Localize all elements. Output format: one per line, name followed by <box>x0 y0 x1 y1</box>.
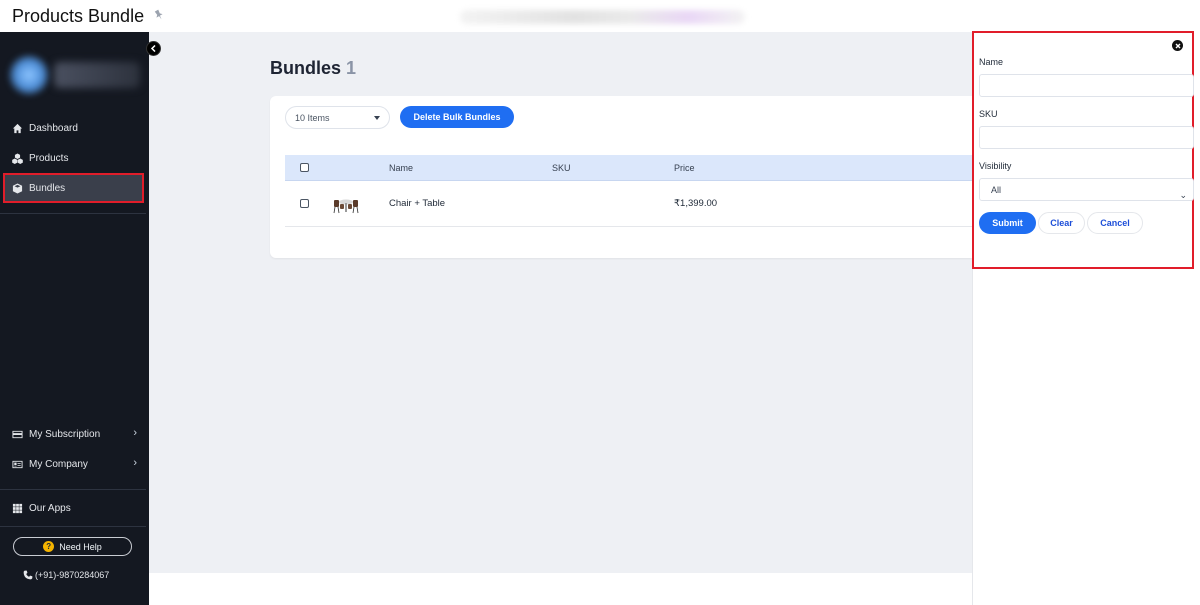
visibility-label: Visibility <box>979 161 1012 171</box>
blurred-header-content <box>460 10 745 24</box>
sku-label: SKU <box>979 109 998 119</box>
select-all-checkbox[interactable] <box>300 163 309 172</box>
name-input[interactable] <box>979 74 1194 97</box>
clear-button[interactable]: Clear <box>1038 212 1085 234</box>
pin-icon[interactable] <box>153 9 165 21</box>
close-icon[interactable] <box>1172 40 1183 51</box>
app-title: Products Bundle <box>12 6 145 26</box>
submit-button[interactable]: Submit <box>979 212 1036 234</box>
id-card-icon <box>12 460 23 468</box>
sidebar-item-label: Bundles <box>29 182 66 194</box>
sidebar-collapse-button[interactable] <box>146 41 161 56</box>
sidebar-item-label: My Company <box>29 458 88 470</box>
sidebar-item-my-company[interactable]: My Company › <box>0 449 149 479</box>
need-help-button[interactable]: ? Need Help <box>13 537 132 556</box>
chevron-right-icon: › <box>133 457 137 469</box>
product-thumbnail <box>333 199 359 214</box>
credit-card-icon <box>12 430 23 438</box>
footer-area <box>149 573 972 605</box>
sidebar-divider <box>0 213 146 214</box>
items-per-page-select[interactable]: 10 Items <box>285 106 390 129</box>
row-checkbox[interactable] <box>300 199 309 208</box>
sidebar-item-label: Products <box>29 152 69 164</box>
grid-icon <box>12 503 23 513</box>
sidebar-item-label: My Subscription <box>29 428 101 440</box>
need-help-label: Need Help <box>59 541 102 552</box>
sidebar-item-our-apps[interactable]: Our Apps <box>0 493 149 523</box>
home-icon <box>12 123 23 133</box>
visibility-select[interactable]: All ⌄ <box>979 178 1194 201</box>
column-header-sku[interactable]: SKU <box>552 155 571 181</box>
page-title: Bundles 1 <box>270 58 357 78</box>
sidebar-item-bundles[interactable]: Bundles <box>3 173 144 203</box>
sidebar-item-label: Dashboard <box>29 122 78 134</box>
column-header-price[interactable]: Price <box>674 155 695 181</box>
question-icon: ? <box>43 541 55 552</box>
column-header-name[interactable]: Name <box>389 155 413 181</box>
sidebar-divider <box>0 526 146 527</box>
chevron-left-icon <box>150 45 156 52</box>
table-row[interactable]: Chair + Table ₹1,399.00 <box>285 181 972 227</box>
bundle-count: 1 <box>346 58 357 78</box>
sidebar-item-my-subscription[interactable]: My Subscription › <box>0 419 149 449</box>
phone-icon <box>23 570 33 580</box>
cancel-button[interactable]: Cancel <box>1087 212 1143 234</box>
table-header: Name SKU Price <box>285 155 972 181</box>
support-phone[interactable]: (+91)-9870284067 <box>23 570 109 580</box>
delete-bulk-bundles-button[interactable]: Delete Bulk Bundles <box>400 106 514 128</box>
sidebar: Dashboard Products Bundles My Subscripti… <box>0 32 149 605</box>
sidebar-divider <box>0 489 146 490</box>
sidebar-item-dashboard[interactable]: Dashboard <box>0 113 149 143</box>
chevron-right-icon: › <box>133 427 137 439</box>
name-label: Name <box>979 57 1004 67</box>
top-bar: Products Bundle <box>0 0 1200 32</box>
cubes-icon <box>12 152 23 164</box>
chevron-down-icon: ⌄ <box>1179 190 1187 200</box>
sku-input[interactable] <box>979 126 1194 149</box>
cube-icon <box>12 182 23 194</box>
sidebar-item-products[interactable]: Products <box>0 143 149 173</box>
sidebar-item-label: Our Apps <box>29 502 71 514</box>
company-logo <box>6 50 141 102</box>
row-price: ₹1,399.00 <box>674 198 718 209</box>
row-name: Chair + Table <box>389 198 446 209</box>
caret-down-icon <box>374 116 380 120</box>
